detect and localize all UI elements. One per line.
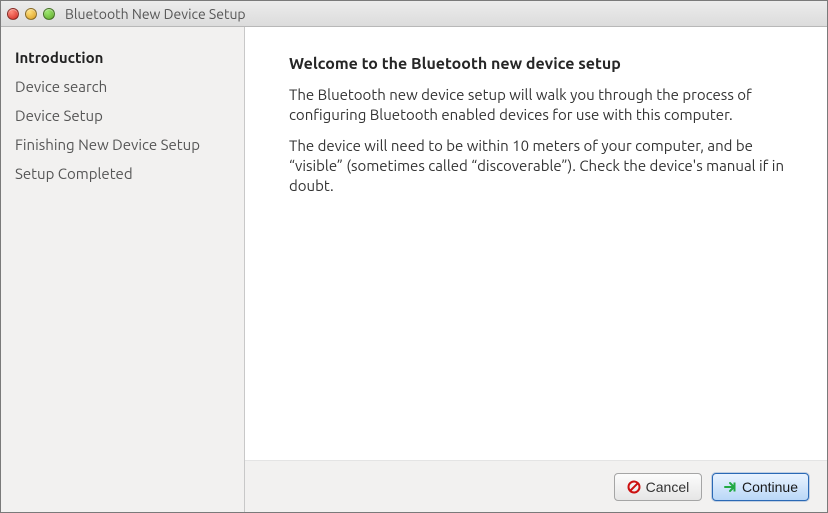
intro-paragraph-1: The Bluetooth new device setup will walk… bbox=[289, 85, 793, 126]
intro-paragraph-2: The device will need to be within 10 met… bbox=[289, 136, 793, 197]
main-panel: Welcome to the Bluetooth new device setu… bbox=[245, 27, 827, 512]
window-title: Bluetooth New Device Setup bbox=[65, 6, 246, 22]
step-device-search: Device search bbox=[1, 72, 244, 101]
step-introduction: Introduction bbox=[1, 43, 244, 72]
steps-sidebar: Introduction Device search Device Setup … bbox=[1, 27, 245, 512]
maximize-icon[interactable] bbox=[43, 8, 55, 20]
titlebar: Bluetooth New Device Setup bbox=[1, 1, 827, 27]
step-completed: Setup Completed bbox=[1, 159, 244, 188]
continue-icon bbox=[723, 480, 737, 494]
cancel-icon bbox=[627, 480, 641, 494]
content-area: Welcome to the Bluetooth new device setu… bbox=[245, 27, 827, 460]
page-heading: Welcome to the Bluetooth new device setu… bbox=[289, 55, 793, 73]
step-device-setup: Device Setup bbox=[1, 101, 244, 130]
close-icon[interactable] bbox=[7, 8, 19, 20]
cancel-button-label: Cancel bbox=[646, 479, 690, 495]
step-finishing: Finishing New Device Setup bbox=[1, 130, 244, 159]
window-body: Introduction Device search Device Setup … bbox=[1, 27, 827, 512]
wizard-window: Bluetooth New Device Setup Introduction … bbox=[0, 0, 828, 513]
cancel-button[interactable]: Cancel bbox=[614, 473, 702, 501]
button-bar: Cancel Continue bbox=[245, 460, 827, 512]
continue-button-label: Continue bbox=[742, 479, 798, 495]
window-controls bbox=[7, 8, 55, 20]
minimize-icon[interactable] bbox=[25, 8, 37, 20]
continue-button[interactable]: Continue bbox=[712, 473, 809, 501]
